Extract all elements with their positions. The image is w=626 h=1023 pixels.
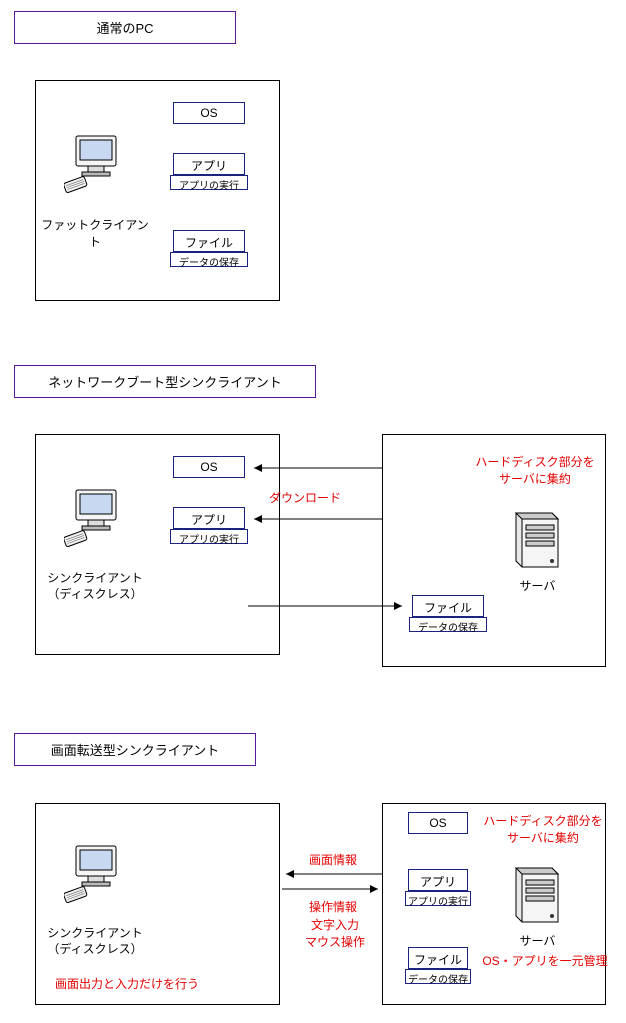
client-label-s2: シンクライアント (40, 569, 150, 586)
client-label-s3: シンクライアント (40, 924, 150, 941)
server-label-s3: サーバ (510, 932, 565, 949)
box-app-caption-s1: アプリの実行 (170, 175, 248, 190)
server-note2-s3: OS・アプリを一元管理 (480, 952, 610, 969)
arrow-screen-s3 (278, 867, 386, 881)
box-app-s1: アプリ (173, 153, 245, 175)
box-app-s3: アプリ (408, 869, 468, 891)
box-file-s2: ファイル (412, 595, 484, 617)
client-label-s1: ファットクライアント (40, 216, 150, 250)
box-app-caption-s3: アプリの実行 (405, 891, 471, 906)
arrow-file-s2 (246, 599, 414, 613)
box-app-caption-s2: アプリの実行 (170, 529, 248, 544)
arrow-os-s2 (246, 461, 386, 475)
section-title-2: ネットワークブート型シンクライアント (14, 365, 316, 398)
arrow-app-s2 (246, 512, 386, 526)
box-app-s2: アプリ (173, 507, 245, 529)
client-sub-s2: （ディスクレス） (40, 585, 150, 602)
op-info-s3: 操作情報 (298, 898, 368, 915)
box-file-s3: ファイル (408, 947, 468, 969)
box-file-caption-s2: データの保存 (409, 617, 487, 632)
client-note-s3: 画面出力と入力だけを行う (55, 975, 255, 992)
box-file-caption-s1: データの保存 (170, 252, 248, 267)
desktop-icon (64, 840, 128, 904)
section-title-3: 画面転送型シンクライアント (14, 733, 256, 766)
box-os-s3: OS (408, 812, 468, 834)
server-note1-s3: ハードディスク部分を サーバに集約 (478, 812, 608, 846)
desktop-icon (64, 130, 128, 194)
server-label-s2: サーバ (510, 577, 565, 594)
arrow-op-s3 (278, 882, 386, 896)
section-title-1: 通常のPC (14, 11, 236, 44)
server-note-s2: ハードディスク部分を サーバに集約 (470, 453, 600, 487)
download-label-s2: ダウンロード (265, 489, 345, 506)
op-sub-s3: 文字入力 マウス操作 (296, 916, 374, 950)
server-icon (510, 862, 562, 928)
box-file-caption-s3: データの保存 (405, 969, 471, 984)
desktop-icon (64, 484, 128, 548)
box-os-s2: OS (173, 456, 245, 478)
server-icon (510, 507, 562, 573)
screen-info-s3: 画面情報 (298, 851, 368, 868)
box-os-s1: OS (173, 102, 245, 124)
box-file-s1: ファイル (173, 230, 245, 252)
client-sub-s3: （ディスクレス） (40, 940, 150, 957)
